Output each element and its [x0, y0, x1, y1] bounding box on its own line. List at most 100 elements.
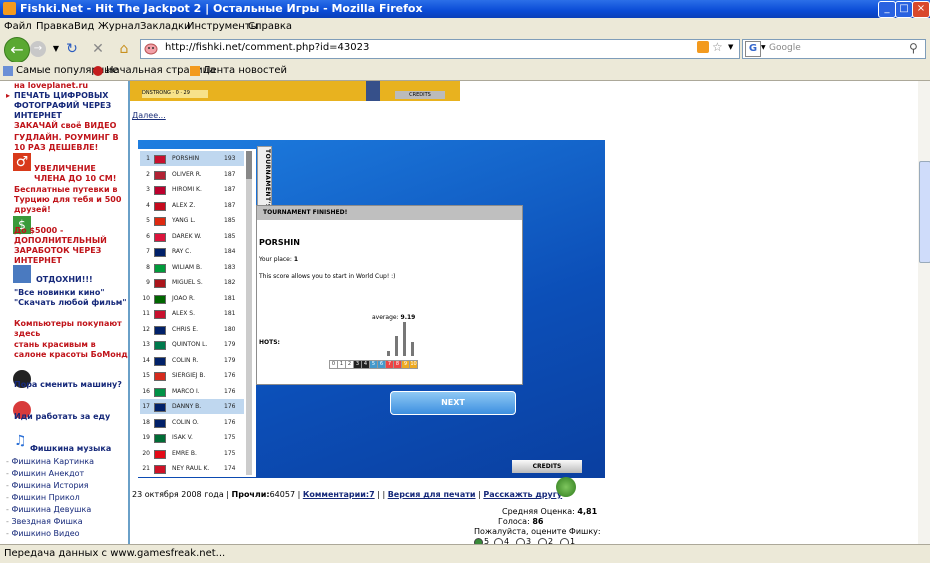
country-flag-icon [154, 434, 166, 443]
back-arrow-icon[interactable]: ← [4, 37, 30, 63]
player-score: 184 [224, 248, 236, 255]
sidebar-link-work[interactable]: Иди работать за еду [14, 412, 128, 422]
rating-option-label: 3 [526, 537, 532, 544]
bookmark-news-feed[interactable]: Лента новостей [203, 65, 287, 76]
sidebar-link-turkey[interactable]: Бесплатные путевки в Турцию для тебя и 5… [14, 185, 128, 215]
sidebar-link-loveplanet[interactable]: на loveplanet.ru [14, 81, 128, 91]
category-label: Фишкин Анекдот [11, 469, 85, 478]
sidebar-link-beauty[interactable]: стань красивым в салоне красоты БоМонд [14, 340, 128, 360]
category-label: Фишкино Видео [11, 529, 80, 538]
page-scroll-thumb[interactable] [919, 161, 930, 263]
menu-edit[interactable]: Правка [36, 21, 74, 32]
rank-number: 7 [146, 248, 150, 255]
player-score: 187 [224, 186, 236, 193]
category-label: Фишкин Прикол [11, 493, 80, 502]
sidebar-category[interactable]: - Фишкино Видео [6, 529, 80, 538]
rank-number: 15 [142, 372, 150, 379]
sidebar-link-earnings[interactable]: До $5000 - ДОПОЛНИТЕЛЬНЫЙ ЗАРАБОТОК ЧЕРЕ… [14, 226, 128, 266]
rank-number: 17 [142, 403, 150, 410]
ranking-scroll-thumb[interactable] [246, 151, 252, 179]
print-version-link[interactable]: Версия для печати [388, 490, 476, 499]
engine-dropdown-icon[interactable]: ▼ [761, 44, 766, 51]
player-score: 181 [224, 294, 236, 302]
url-dropdown-icon[interactable]: ▼ [728, 43, 733, 51]
minimize-button[interactable]: _ [878, 1, 896, 18]
comments-link[interactable]: Комментарии:7 [303, 490, 375, 499]
panel-header: TOURNAMENT FINISHED! [257, 206, 522, 220]
bookmarks-toolbar: Самые популярные Начальная страница Лент… [0, 62, 930, 81]
histogram-label: 10 [409, 360, 418, 369]
country-flag-icon [154, 325, 166, 335]
rank-number: 20 [142, 449, 150, 457]
player-name: COLIN R. [172, 356, 199, 364]
title-bar: Fishki.Net - Hit The Jackpot 2 | Остальн… [0, 0, 930, 18]
sidebar-link-car[interactable]: Пора сменить машину? [14, 380, 128, 390]
tell-friend-link[interactable]: Расскажть другу [483, 490, 562, 499]
getting-started-icon [93, 66, 103, 76]
forward-arrow-icon[interactable]: → [30, 41, 46, 57]
player-name: DANNY B. [172, 403, 202, 410]
sidebar-link-movies[interactable]: "Все новинки кино" "Скачать любой фильм" [14, 288, 128, 308]
home-icon[interactable]: ⌂ [116, 41, 132, 57]
country-flag-icon [154, 201, 166, 211]
menu-history[interactable]: Журнал [98, 21, 140, 32]
sidebar-link-computers[interactable]: Компьютеры покупают здесь [14, 319, 128, 339]
player-name: WILIAM B. [172, 263, 203, 271]
address-bar[interactable]: http://fishki.net/comment.php?id=43023 ☆… [140, 39, 740, 59]
rank-number: 3 [146, 186, 150, 193]
search-engine-icon[interactable]: G [745, 41, 761, 57]
rss-icon[interactable] [697, 41, 709, 53]
history-dropdown-icon[interactable]: ▼ [48, 41, 64, 57]
country-flag-icon [154, 372, 166, 381]
ranking-scrollbar[interactable] [246, 151, 252, 475]
sidebar-link-photo-print[interactable]: ПЕЧАТЬ ЦИФРОВЫХ ФОТОГРАФИЙ ЧЕРЕЗ ИНТЕРНЕ… [14, 91, 128, 121]
country-flag-icon [154, 263, 166, 273]
country-flag-icon [154, 155, 166, 164]
category-label: Звездная Фишка [11, 517, 83, 526]
menu-view[interactable]: Вид [74, 21, 94, 32]
next-button[interactable]: NEXT [390, 391, 516, 415]
close-button[interactable]: × [912, 1, 930, 18]
page-content: на loveplanet.ru ▸ ПЕЧАТЬ ЦИФРОВЫХ ФОТОГ… [0, 81, 918, 544]
flash-game[interactable]: 1 PORSHIN 193 2 OLIVER R. 187 3 HIROMI K. 187 4 AL… [138, 140, 605, 478]
bookmark-star-icon[interactable]: ☆ [712, 40, 723, 54]
page-scrollbar[interactable] [918, 81, 930, 544]
sidebar-category[interactable]: - Фишкин Прикол [6, 493, 80, 502]
banner-credits-button[interactable]: CREDITS [395, 91, 445, 99]
ranking-row: 10 JOAO R. 181 [140, 291, 244, 306]
player-score: 193 [224, 155, 236, 162]
country-flag-icon [154, 465, 166, 474]
game-credits-button[interactable]: CREDITS [512, 460, 582, 473]
search-box[interactable]: G ▼ Google ⚲ [742, 39, 926, 59]
search-icon[interactable]: ⚲ [909, 41, 918, 55]
sidebar-category[interactable]: - Фишкина История [6, 481, 89, 490]
maximize-button[interactable]: □ [895, 1, 913, 18]
ranking-row: 7 RAY C. 184 [140, 244, 244, 259]
rank-number: 1 [146, 155, 150, 162]
tournament-rank-tab[interactable]: TOURNAMENT'S RANK [257, 146, 272, 232]
menu-bookmarks[interactable]: Закладки [140, 21, 191, 32]
sidebar-category[interactable]: - Фишкин Анекдот [6, 469, 84, 478]
country-flag-icon [154, 294, 166, 304]
sidebar-link-goodline[interactable]: ГУДЛАЙН. РОУМИНГ В 10 РАЗ ДЕШЕВЛЕ! [14, 133, 128, 153]
reload-icon[interactable]: ↻ [64, 41, 80, 57]
stop-icon[interactable]: ✕ [90, 41, 106, 57]
sidebar-link-video[interactable]: ЗАКАЧАЙ своё ВИДЕО [14, 121, 128, 131]
article-meta: 23 октября 2008 года | Прочли:64057 | Ко… [132, 490, 563, 499]
ranking-row: 15 SIERGIEJ B. 176 [140, 368, 244, 383]
sidebar-category[interactable]: - Фишкина Картинка [6, 457, 94, 466]
ranking-row: 9 MIGUEL S. 182 [140, 275, 244, 290]
player-score: 176 [224, 418, 236, 426]
menu-file[interactable]: Файл [4, 21, 32, 32]
banner-score-strip: DNSTRONG · 0 · 29 [142, 90, 208, 98]
status-text: Передача данных с www.gamesfreak.net... [4, 548, 226, 559]
menu-help[interactable]: Справка [248, 21, 292, 32]
player-score: 180 [224, 325, 236, 333]
sidebar-link-music[interactable]: Фишкина музыка [30, 444, 120, 454]
sidebar-link-ad[interactable]: УВЕЛИЧЕНИЕ ЧЛЕНА ДО 10 СМ! [34, 164, 124, 184]
sidebar-category[interactable]: - Фишкина Девушка [6, 505, 91, 514]
sidebar-link-relax[interactable]: ОТДОХНИ!!! [36, 275, 124, 285]
player-name: PORSHIN [259, 238, 300, 247]
sidebar-category[interactable]: - Звездная Фишка [6, 517, 83, 526]
read-more-link[interactable]: Далее... [132, 111, 166, 120]
